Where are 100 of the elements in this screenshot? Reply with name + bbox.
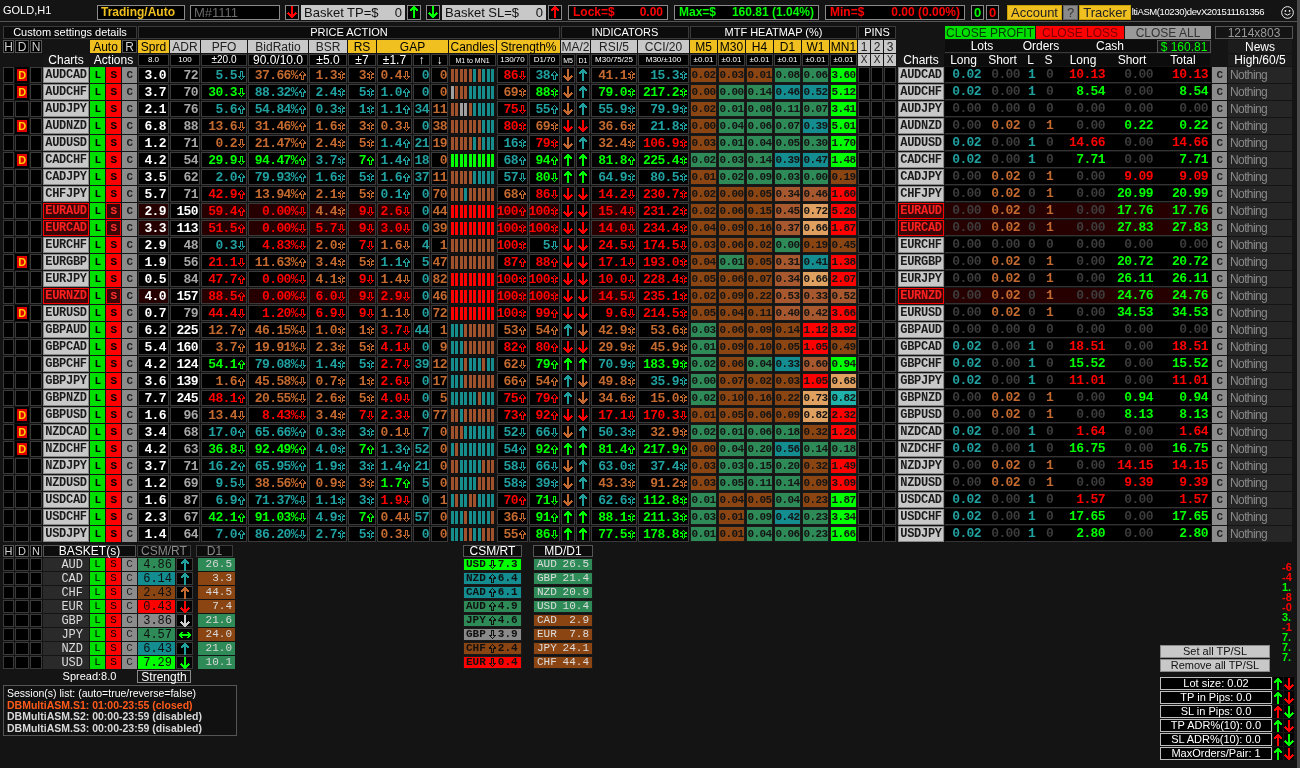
toggle-button[interactable]: N: [30, 545, 42, 557]
close-button[interactable]: C: [122, 558, 137, 571]
long-button[interactable]: L: [90, 642, 105, 655]
close-button[interactable]: C: [122, 118, 137, 134]
close-pair-button[interactable]: C: [1212, 67, 1227, 83]
chart-button[interactable]: NZDCHF: [898, 441, 944, 457]
long-button[interactable]: L: [90, 135, 105, 151]
chart-button[interactable]: USDCHF: [43, 509, 89, 525]
short-button[interactable]: S: [106, 169, 121, 185]
short-button[interactable]: S: [106, 152, 121, 168]
chart-button[interactable]: CADCHF: [898, 152, 944, 168]
column-header[interactable]: 1: [858, 40, 870, 53]
long-button[interactable]: L: [90, 586, 105, 599]
tp-sl-button[interactable]: Set all TP/SL: [1160, 645, 1270, 658]
chart-button[interactable]: AUDCAD: [43, 67, 89, 83]
long-button[interactable]: L: [90, 390, 105, 406]
chart-button[interactable]: GBPAUD: [43, 322, 89, 338]
chart-button[interactable]: GBPCAD: [43, 339, 89, 355]
column-header[interactable]: Sprd: [138, 40, 169, 53]
long-button[interactable]: L: [90, 118, 105, 134]
chart-button[interactable]: GBPCHF: [43, 356, 89, 372]
chart-button[interactable]: USDCHF: [898, 509, 944, 525]
column-header[interactable]: RSI/5: [591, 40, 637, 53]
close-button[interactable]: C: [122, 305, 137, 321]
column-header[interactable]: RS: [348, 40, 376, 53]
long-button[interactable]: L: [90, 509, 105, 525]
toggle-button[interactable]: H: [3, 40, 14, 53]
column-header[interactable]: MA/2: [561, 40, 590, 53]
chart-button[interactable]: EURUSD: [898, 305, 944, 321]
short-button[interactable]: S: [106, 67, 121, 83]
close-pair-button[interactable]: C: [1212, 203, 1227, 219]
short-button[interactable]: S: [106, 526, 121, 542]
short-button[interactable]: S: [106, 203, 121, 219]
long-button[interactable]: L: [90, 288, 105, 304]
long-button[interactable]: L: [90, 254, 105, 270]
chart-button[interactable]: EURAUD: [43, 203, 89, 219]
column-header[interactable]: MN1: [830, 40, 857, 53]
long-button[interactable]: L: [90, 656, 105, 669]
toggle-button[interactable]: D: [15, 545, 29, 557]
close-pair-button[interactable]: C: [1212, 509, 1227, 525]
long-button[interactable]: L: [90, 356, 105, 372]
short-button[interactable]: S: [106, 339, 121, 355]
close-pair-button[interactable]: C: [1212, 169, 1227, 185]
long-button[interactable]: L: [90, 441, 105, 457]
close-pair-button[interactable]: C: [1212, 186, 1227, 202]
chart-button[interactable]: GBPUSD: [898, 407, 944, 423]
chart-button[interactable]: CHFJPY: [898, 186, 944, 202]
column-header[interactable]: H4: [746, 40, 773, 53]
close-button[interactable]: C: [122, 572, 137, 585]
long-button[interactable]: L: [90, 373, 105, 389]
pin-button[interactable]: X: [858, 54, 870, 66]
close-button[interactable]: C: [122, 526, 137, 542]
column-header[interactable]: Candles: [449, 40, 496, 53]
close-button[interactable]: C: [122, 586, 137, 599]
column-header[interactable]: ADR: [170, 40, 200, 53]
chart-button[interactable]: AUDUSD: [43, 135, 89, 151]
column-header[interactable]: M5: [690, 40, 717, 53]
chart-button[interactable]: NZDCAD: [898, 424, 944, 440]
column-header[interactable]: Strength%: [497, 40, 560, 53]
short-button[interactable]: S: [106, 600, 121, 613]
close-pair-button[interactable]: C: [1212, 492, 1227, 508]
short-button[interactable]: S: [106, 186, 121, 202]
basket-field[interactable]: Basket TP=$ 0: [301, 4, 405, 20]
close-button[interactable]: C: [122, 628, 137, 641]
long-button[interactable]: L: [90, 322, 105, 338]
close-button[interactable]: C: [122, 441, 137, 457]
chart-button[interactable]: EURUSD: [43, 305, 89, 321]
close-pair-button[interactable]: C: [1212, 458, 1227, 474]
short-button[interactable]: S: [106, 220, 121, 236]
close-button[interactable]: C: [122, 390, 137, 406]
toggle-button[interactable]: R: [122, 40, 137, 53]
column-header[interactable]: GAP: [377, 40, 448, 53]
short-button[interactable]: S: [106, 628, 121, 641]
long-button[interactable]: L: [90, 600, 105, 613]
chart-button[interactable]: USDCAD: [898, 492, 944, 508]
long-button[interactable]: L: [90, 407, 105, 423]
short-button[interactable]: S: [106, 475, 121, 491]
long-button[interactable]: L: [90, 271, 105, 287]
close-pair-button[interactable]: C: [1212, 373, 1227, 389]
close-button[interactable]: C: [122, 203, 137, 219]
chart-button[interactable]: GBPJPY: [898, 373, 944, 389]
chart-button[interactable]: EURAUD: [898, 203, 944, 219]
column-header[interactable]: W1: [802, 40, 829, 53]
chart-button[interactable]: EURJPY: [898, 271, 944, 287]
short-button[interactable]: S: [106, 642, 121, 655]
long-button[interactable]: L: [90, 572, 105, 585]
short-button[interactable]: S: [106, 84, 121, 100]
chart-button[interactable]: EURJPY: [43, 271, 89, 287]
short-button[interactable]: S: [106, 288, 121, 304]
toggle-button[interactable]: Auto: [90, 40, 121, 53]
column-header[interactable]: M30: [718, 40, 745, 53]
close-button[interactable]: C: [122, 424, 137, 440]
chart-button[interactable]: EURCAD: [898, 220, 944, 236]
close-button[interactable]: C: [122, 237, 137, 253]
chart-button[interactable]: CADJPY: [43, 169, 89, 185]
chart-button[interactable]: NZDCAD: [43, 424, 89, 440]
close-orders-button[interactable]: CLOSE PROFIT: [945, 26, 1035, 39]
column-header[interactable]: BidRatio: [248, 40, 308, 53]
short-button[interactable]: S: [106, 558, 121, 571]
close-pair-button[interactable]: C: [1212, 339, 1227, 355]
